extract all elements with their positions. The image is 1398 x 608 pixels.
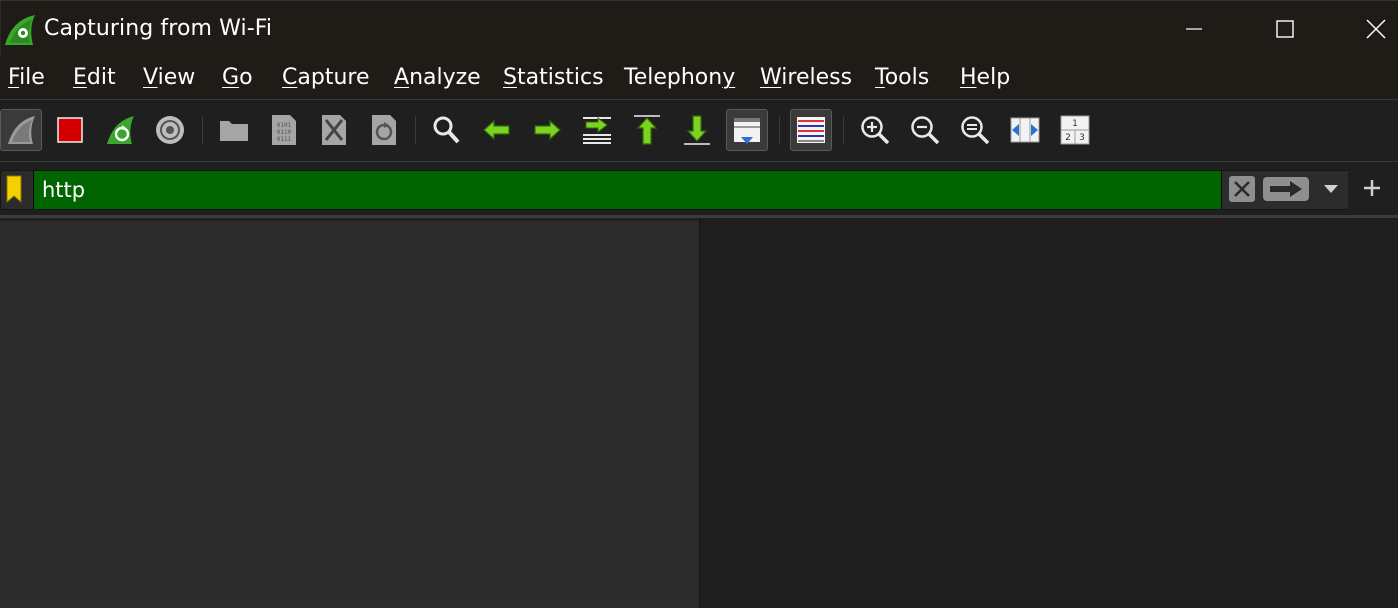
close-button[interactable]: [1353, 1, 1398, 57]
restart-capture-icon: [107, 116, 134, 144]
layout-button[interactable]: 123: [1054, 109, 1096, 151]
go-to-packet-button[interactable]: [576, 109, 618, 151]
main-toolbar: 0101 0110 0111 123: [0, 100, 1398, 161]
menu-tools[interactable]: Tools: [875, 65, 929, 90]
apply-filter-icon[interactable]: [1262, 176, 1310, 202]
minimize-icon: [1186, 28, 1202, 30]
title-bar: Capturing from Wi-Fi: [0, 0, 1398, 56]
layout-icon: 12 3: [1060, 115, 1090, 145]
capture-options-button[interactable]: [149, 109, 191, 151]
wireshark-logo-icon: [5, 15, 35, 45]
resize-columns-icon: [1010, 117, 1040, 143]
colorize-icon: [797, 117, 825, 143]
zoom-in-icon: [861, 116, 890, 145]
start-capture-button[interactable]: [0, 109, 42, 151]
packet-details-pane[interactable]: [701, 218, 1398, 608]
capture-options-icon: [156, 116, 184, 144]
svg-text:1: 1: [1072, 119, 1078, 129]
zoom-out-button[interactable]: [904, 109, 946, 151]
maximize-button[interactable]: [1262, 1, 1308, 57]
open-file-button[interactable]: [213, 109, 255, 151]
normal-size-button[interactable]: [954, 109, 996, 151]
packet-list-pane[interactable]: [0, 221, 699, 608]
stop-capture-button[interactable]: [49, 109, 91, 151]
svg-text:3: 3: [1079, 133, 1085, 143]
menu-capture[interactable]: Capture: [282, 65, 370, 90]
chevron-down-icon[interactable]: [1323, 183, 1339, 195]
reload-file-button[interactable]: [363, 109, 405, 151]
menu-file[interactable]: File: [8, 65, 45, 90]
toolbar-separator: [843, 116, 844, 144]
save-file-icon: 010101100111: [272, 115, 296, 145]
menu-analyze[interactable]: Analyze: [394, 65, 481, 90]
first-packet-button[interactable]: [626, 109, 668, 151]
menu-bar: File Edit View Go Capture Analyze Statis…: [0, 56, 1398, 99]
last-packet-icon: [684, 115, 710, 145]
auto-scroll-icon: [734, 118, 760, 144]
go-back-icon: [483, 119, 510, 141]
svg-text:2: 2: [1065, 133, 1071, 143]
close-icon: [1366, 19, 1386, 39]
normal-size-icon: [961, 116, 990, 145]
toolbar-separator: [202, 116, 203, 144]
zoom-out-icon: [911, 116, 940, 145]
go-forward-button[interactable]: [526, 109, 568, 151]
menu-help[interactable]: Help: [960, 65, 1010, 90]
maximize-icon: [1276, 20, 1294, 38]
bookmark-icon[interactable]: [6, 175, 22, 203]
restart-capture-button[interactable]: [99, 109, 141, 151]
menu-statistics[interactable]: Statistics: [503, 65, 604, 90]
window-title: Capturing from Wi-Fi: [44, 16, 273, 41]
open-file-icon: [220, 121, 248, 141]
add-filter-button-icon[interactable]: [1361, 177, 1383, 199]
first-packet-icon: [634, 115, 660, 145]
go-back-button[interactable]: [476, 109, 518, 151]
close-file-icon: [322, 115, 346, 145]
menu-edit[interactable]: Edit: [73, 65, 116, 90]
svg-text:0110: 0110: [277, 129, 292, 136]
close-file-button[interactable]: [313, 109, 355, 151]
colorize-button[interactable]: [790, 109, 832, 151]
menu-wireless[interactable]: Wireless: [760, 65, 852, 90]
menu-view[interactable]: View: [143, 65, 195, 90]
find-packet-icon: [433, 116, 460, 144]
last-packet-button[interactable]: [676, 109, 718, 151]
resize-columns-button[interactable]: [1004, 109, 1046, 151]
auto-scroll-button[interactable]: [726, 109, 768, 151]
save-file-button[interactable]: 0101 0110 0111: [263, 109, 305, 151]
toolbar-separator: [415, 116, 416, 144]
menu-telephony[interactable]: Telephony: [624, 65, 735, 90]
svg-text:0111: 0111: [277, 136, 292, 143]
find-packet-button[interactable]: [426, 109, 468, 151]
clear-filter-icon[interactable]: [1228, 175, 1256, 203]
zoom-in-button[interactable]: [854, 109, 896, 151]
stop-capture-icon: [57, 117, 83, 143]
menu-go[interactable]: Go: [222, 65, 253, 90]
svg-text:0101: 0101: [277, 122, 292, 129]
go-to-packet-icon: [583, 116, 611, 144]
toolbar-separator: [779, 116, 780, 144]
display-filter-input[interactable]: [33, 171, 1222, 209]
display-filter-bar: [0, 162, 1398, 217]
start-capture-icon: [8, 116, 35, 144]
go-forward-icon: [534, 119, 561, 141]
minimize-button[interactable]: [1171, 1, 1217, 57]
reload-file-icon: [372, 115, 396, 145]
